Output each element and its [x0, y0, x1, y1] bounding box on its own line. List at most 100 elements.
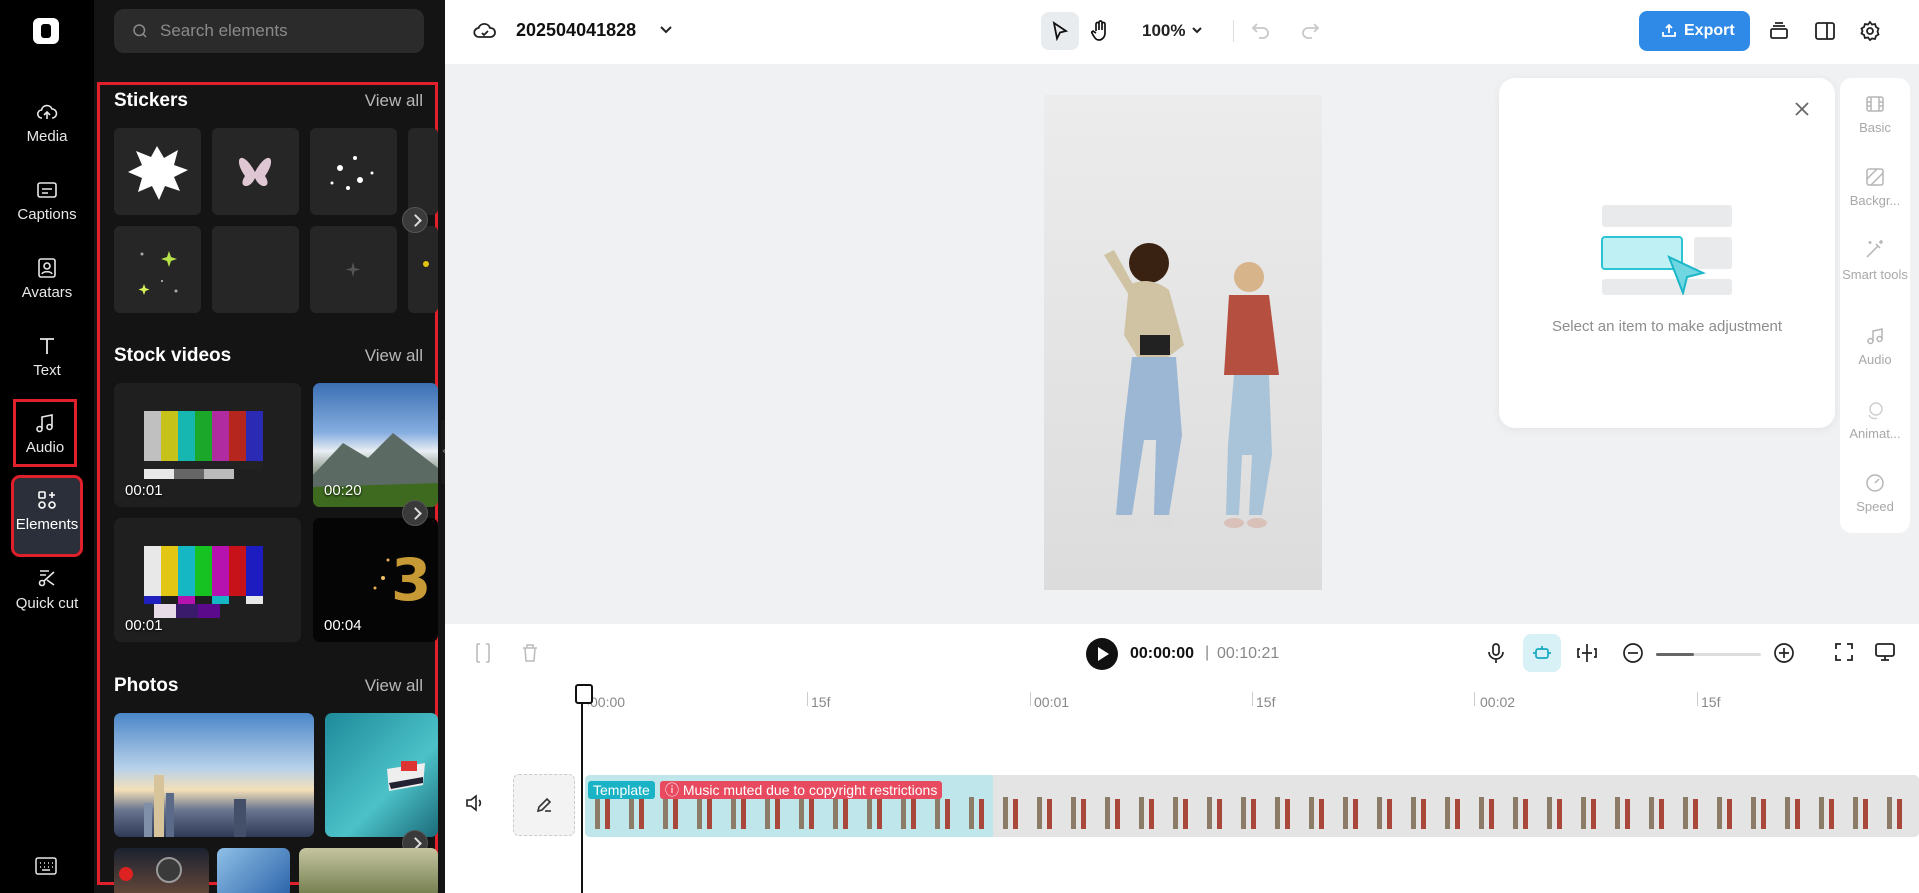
prop-audio[interactable]: Audio	[1840, 326, 1910, 367]
rail-item-captions[interactable]: Captions	[8, 178, 86, 223]
clip-frame	[1197, 775, 1231, 837]
scissors-icon	[38, 570, 55, 587]
stack-layers-icon[interactable]	[1768, 20, 1790, 42]
app-logo[interactable]	[33, 18, 59, 44]
rail-item-label: Media	[26, 128, 68, 145]
timeline-zoom-slider[interactable]	[1656, 653, 1761, 656]
fullscreen-icon[interactable]	[1834, 642, 1854, 662]
ruler-tick	[1474, 692, 1475, 706]
sticker-item[interactable]	[114, 226, 201, 313]
photo-item[interactable]	[114, 848, 209, 893]
split-icon[interactable]	[474, 642, 492, 664]
project-name[interactable]: 202504041828	[516, 20, 636, 41]
clip-frame	[1129, 775, 1163, 837]
sticker-item[interactable]	[408, 128, 438, 215]
sticker-item[interactable]	[310, 128, 397, 215]
photo-item[interactable]	[325, 713, 438, 837]
select-tool-button[interactable]	[1041, 12, 1079, 50]
rail-item-label: Text	[33, 362, 61, 379]
prop-background[interactable]: Backgr...	[1840, 167, 1910, 208]
edit-cover-button[interactable]	[513, 774, 575, 836]
rail-item-label: Audio	[25, 439, 65, 456]
sticker-item[interactable]	[212, 128, 299, 215]
info-icon: ⓘ	[665, 782, 683, 798]
prop-basic[interactable]: Basic	[1840, 94, 1910, 135]
prop-animation[interactable]: Animat...	[1840, 400, 1910, 441]
stickers-title: Stickers	[114, 90, 188, 111]
zoom-level[interactable]: 100%	[1142, 21, 1185, 41]
prop-label: Backgr...	[1849, 193, 1901, 208]
cloud-sync-icon[interactable]	[473, 20, 497, 42]
rail-item-avatars[interactable]: Avatars	[8, 256, 86, 301]
sticker-dot	[423, 261, 429, 267]
ruler-tick	[807, 692, 808, 706]
clip-frame	[1673, 775, 1707, 837]
hand-tool-button[interactable]	[1081, 12, 1119, 50]
zoom-chevron-icon[interactable]	[1191, 26, 1203, 35]
magic-wand-icon	[1866, 240, 1883, 258]
stock-video-item[interactable]: 00:20	[313, 383, 438, 507]
zoom-out-icon[interactable]	[1622, 642, 1644, 664]
sticker-item[interactable]	[114, 128, 201, 215]
rail-item-quick-cut[interactable]: Quick cut	[8, 566, 86, 614]
keyboard-icon[interactable]	[34, 856, 58, 876]
ruler-label: 15f	[811, 694, 831, 710]
rail-item-media[interactable]: Media	[8, 100, 86, 145]
sticker-item[interactable]	[408, 226, 438, 313]
clip-frame	[1469, 775, 1503, 837]
photo-item[interactable]	[217, 848, 290, 893]
prop-smart-tools[interactable]: Smart tools	[1840, 238, 1910, 283]
clip-frame	[1265, 775, 1299, 837]
sticker-item[interactable]	[310, 226, 397, 313]
zoom-in-icon[interactable]	[1773, 642, 1795, 664]
redo-icon[interactable]	[1300, 21, 1320, 39]
prop-label: Smart tools	[1842, 267, 1908, 282]
trash-icon[interactable]	[521, 642, 539, 664]
undo-icon[interactable]	[1251, 21, 1271, 39]
prop-speed[interactable]: Speed	[1840, 473, 1910, 514]
muted-notice-tag: ⓘ Music muted due to copyright restricti…	[660, 781, 943, 799]
photos-view-all[interactable]: View all	[365, 676, 423, 696]
captions-icon	[37, 182, 57, 198]
rail-item-elements[interactable]: Elements	[11, 475, 83, 557]
cloud-upload-icon	[36, 104, 58, 119]
stock-videos-view-all[interactable]: View all	[365, 346, 423, 366]
stock-video-item[interactable]: 00:01	[114, 383, 301, 507]
close-icon[interactable]	[1793, 100, 1811, 118]
layout-panel-icon[interactable]	[1814, 20, 1836, 42]
play-button[interactable]	[1086, 638, 1118, 670]
clip-frame	[1231, 775, 1265, 837]
export-button[interactable]: Export	[1639, 11, 1750, 51]
stock-videos-next-button[interactable]	[402, 500, 428, 526]
ai-sync-button[interactable]	[1523, 634, 1561, 672]
photo-item[interactable]	[114, 713, 314, 837]
chevron-down-icon[interactable]	[659, 25, 673, 35]
speaker-icon[interactable]	[465, 794, 485, 812]
gear-icon[interactable]	[1859, 20, 1881, 42]
prop-label: Basic	[1859, 120, 1891, 135]
boat-photo	[387, 761, 425, 791]
video-preview[interactable]	[1044, 95, 1322, 590]
sticker-green-sparkles	[138, 251, 178, 295]
stock-video-item[interactable]: 3 00:04	[313, 518, 438, 642]
rail-item-audio[interactable]: Audio	[13, 399, 77, 467]
stickers-next-button[interactable]	[402, 207, 428, 233]
photo-item[interactable]	[299, 848, 438, 893]
ruler-tick	[1252, 692, 1253, 706]
sticker-sparkles	[330, 156, 374, 190]
rail-item-label: Captions	[17, 206, 77, 223]
search-input[interactable]: Search elements	[114, 9, 424, 53]
select-item-illustration	[1601, 205, 1732, 295]
clip-frame	[1605, 775, 1639, 837]
stickers-view-all[interactable]: View all	[365, 91, 423, 111]
ruler-tick	[1030, 692, 1031, 706]
microphone-icon[interactable]	[1487, 642, 1505, 664]
video-clip[interactable]: Template ⓘ Music muted due to copyright …	[585, 775, 1919, 837]
sticker-item[interactable]	[212, 226, 299, 313]
stock-video-item[interactable]: 00:01	[114, 518, 301, 642]
playhead[interactable]	[575, 684, 593, 893]
rail-item-text[interactable]: Text	[8, 334, 86, 379]
split-clip-icon[interactable]	[1576, 642, 1598, 664]
preview-monitor-icon[interactable]	[1874, 642, 1896, 662]
left-rail: Media Captions Avatars Text Audio Elemen…	[0, 0, 94, 893]
